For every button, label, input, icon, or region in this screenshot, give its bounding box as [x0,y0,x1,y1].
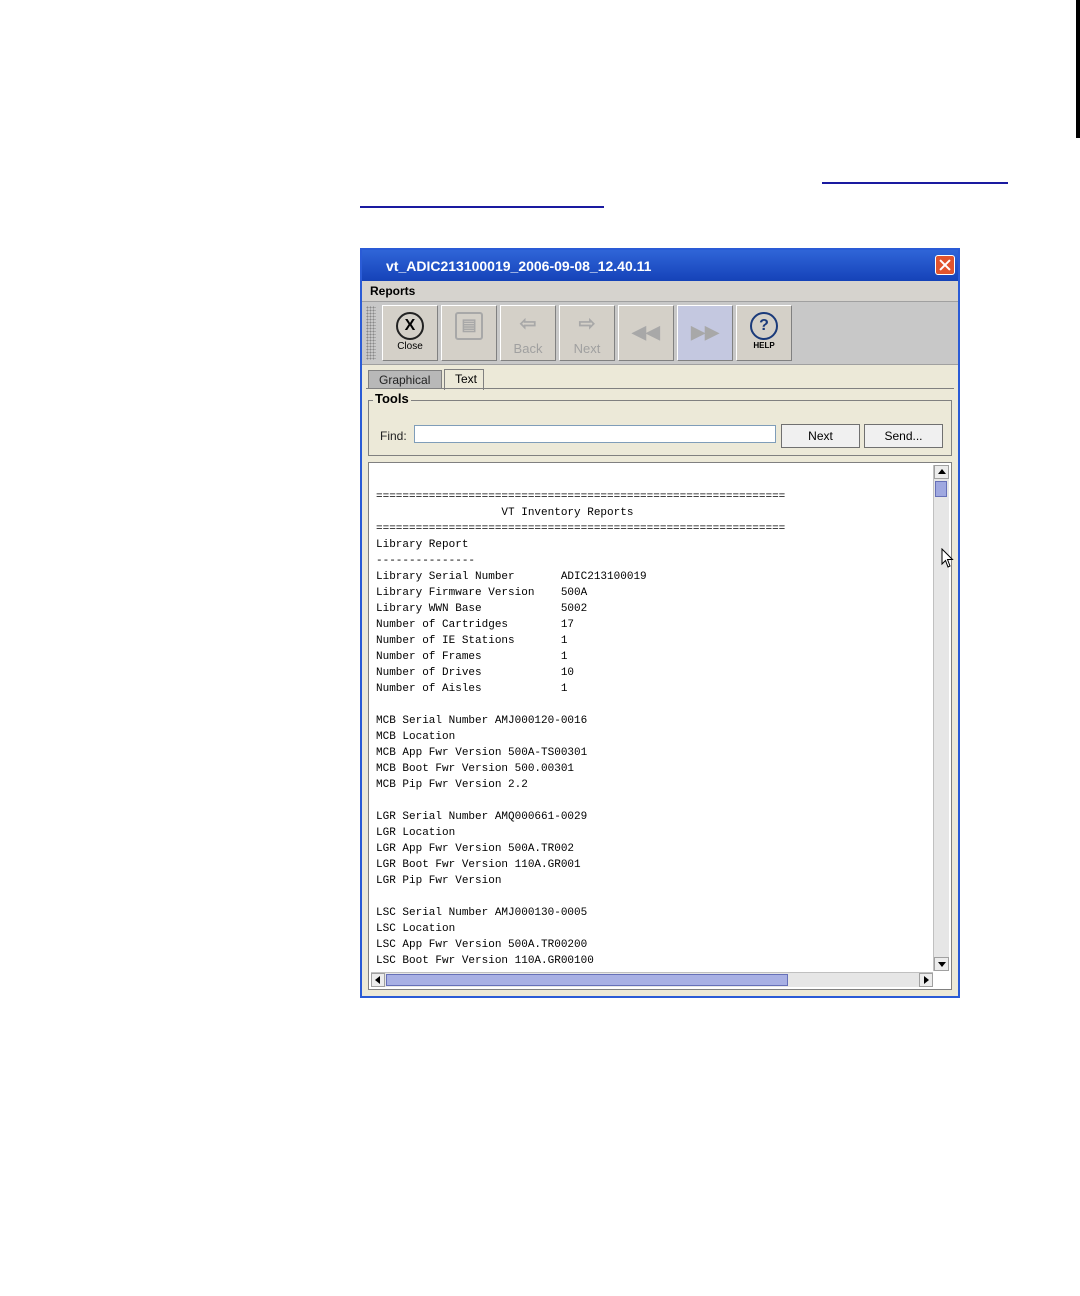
report-line: Number of Aisles 1 [376,683,568,695]
vertical-scrollbar[interactable] [933,465,949,971]
scroll-down-icon[interactable] [934,957,949,971]
report-line: LGR Location [376,827,456,839]
horizontal-scrollbar[interactable] [371,972,933,987]
back-button[interactable]: ⇦ Back [500,305,556,361]
report-content: ========================================… [376,489,785,969]
report-line: MCB Location [376,731,456,743]
report-line: Library WWN Base 5002 [376,603,588,615]
menu-bar: Reports [362,281,958,302]
report-line: Number of Frames 1 [376,651,568,663]
back-arrow-icon: ⇦ [519,313,537,335]
rewind-button[interactable]: ◀◀ [618,305,674,361]
help-icon: ? [750,312,778,340]
report-line: ========================================… [376,491,786,503]
report-window: vt_ADIC213100019_2006-09-08_12.40.11 Rep… [360,248,960,998]
report-line: ========================================… [376,523,786,535]
report-line: LGR Serial Number AMQ000661-0029 [376,811,588,823]
toolbar: X Close ▤ ⇦ Back ⇨ Next ◀◀ ▶▶ ? HELP [362,302,958,365]
window-title: vt_ADIC213100019_2006-09-08_12.40.11 [386,258,652,274]
tools-panel: Tools Find: Next Send... [368,391,952,456]
window-close-icon[interactable] [935,255,955,275]
find-label: Find: [380,429,407,443]
report-line: MCB Pip Fwr Version 2.2 [376,779,528,791]
find-next-button[interactable]: Next [781,424,860,448]
report-line: Library Report [376,539,469,551]
scroll-right-icon[interactable] [919,973,933,987]
fast-forward-button[interactable]: ▶▶ [677,305,733,361]
tab-graphical[interactable]: Graphical [368,370,442,389]
save-document-icon: ▤ [455,312,483,340]
report-line: LSC App Fwr Version 500A.TR00200 [376,939,588,951]
menu-reports[interactable]: Reports [370,284,415,298]
next-toolbar-button[interactable]: ⇨ Next [559,305,615,361]
tab-divider [366,388,954,389]
rewind-icon: ◀◀ [632,322,660,342]
toolbar-grip-handle[interactable] [366,306,376,360]
title-bar[interactable]: vt_ADIC213100019_2006-09-08_12.40.11 [362,250,958,281]
help-button[interactable]: ? HELP [736,305,792,361]
find-input[interactable] [414,425,776,443]
tools-legend: Tools [373,391,411,406]
report-text-area[interactable]: ========================================… [368,462,952,990]
next-button-label: Next [573,341,601,356]
horizontal-scroll-thumb[interactable] [386,974,788,986]
close-icon: X [396,312,424,340]
report-line: Number of Cartridges 17 [376,619,575,631]
report-line: MCB Serial Number AMJ000120-0016 [376,715,588,727]
fast-forward-icon: ▶▶ [691,322,719,342]
report-line: Number of Drives 10 [376,667,575,679]
report-line: MCB Boot Fwr Version 500.00301 [376,763,575,775]
page-margin-rule [1076,0,1080,138]
report-line: LGR App Fwr Version 500A.TR002 [376,843,575,855]
report-line: LSC Serial Number AMJ000130-0005 [376,907,588,919]
help-button-label: HELP [753,341,775,350]
report-line: LGR Boot Fwr Version 110A.GR001 [376,859,581,871]
report-line: Library Serial Number ADIC213100019 [376,571,647,583]
close-button-label: Close [397,341,423,352]
report-line: LSC Location [376,923,456,935]
report-line: Library Firmware Version 500A [376,587,588,599]
hyperlink-underline-2[interactable] [360,206,604,208]
scroll-up-icon[interactable] [934,465,949,479]
next-arrow-icon: ⇨ [578,313,596,335]
save-button[interactable]: ▤ [441,305,497,361]
report-line: --------------- [376,555,476,567]
report-line: VT Inventory Reports [376,507,634,519]
report-line: LGR Pip Fwr Version [376,875,502,887]
report-line: LSC Boot Fwr Version 110A.GR00100 [376,955,594,967]
back-button-label: Back [513,341,543,356]
report-line: MCB App Fwr Version 500A-TS00301 [376,747,588,759]
scroll-left-icon[interactable] [371,973,385,987]
hyperlink-underline-1[interactable] [822,182,1008,184]
close-button[interactable]: X Close [382,305,438,361]
report-line: Number of IE Stations 1 [376,635,568,647]
vertical-scroll-thumb[interactable] [935,481,947,497]
tab-text[interactable]: Text [444,369,484,390]
send-button[interactable]: Send... [864,424,943,448]
